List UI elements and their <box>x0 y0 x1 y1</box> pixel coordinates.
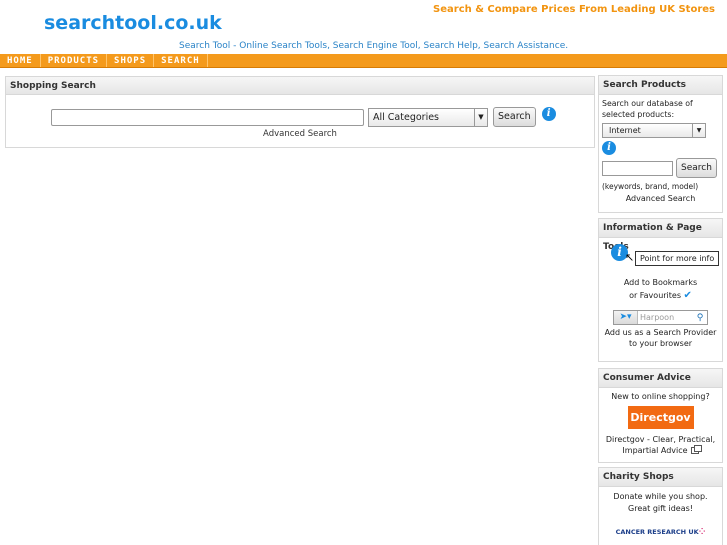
nav-shops[interactable]: SHOPS <box>107 54 155 67</box>
search-hint: (keywords, brand, model) <box>602 182 699 191</box>
directgov-line2: Impartial Advice <box>622 446 688 455</box>
advanced-search-link[interactable]: Advanced Search <box>6 129 594 139</box>
consumer-advice-title: Consumer Advice <box>599 369 722 388</box>
bookmark-line1: Add to Bookmarks <box>623 278 698 287</box>
product-search-button[interactable]: Search <box>676 158 717 178</box>
shopping-search-button[interactable]: Search <box>493 107 536 127</box>
charity-line2: Great gift ideas! <box>628 504 693 513</box>
mouse-cursor-icon: ↖ <box>625 251 635 264</box>
nav-home[interactable]: HOME <box>0 54 41 67</box>
consumer-advice-panel: Consumer Advice New to online shopping? … <box>598 368 723 463</box>
product-category-select[interactable]: Internet ▼ <box>602 123 706 138</box>
logo-dots-icon: ⁘ <box>698 527 706 536</box>
cancer-research-logo[interactable]: CANCER RESEARCH UK⁘ <box>599 527 722 536</box>
directgov-logo[interactable]: Directgov <box>627 406 694 429</box>
site-logo[interactable]: searchtool.co.uk <box>44 12 222 34</box>
directgov-link[interactable]: Directgov - Clear, Practical, Impartial … <box>599 434 722 456</box>
product-search-input[interactable] <box>602 160 673 176</box>
charity-shops-title: Charity Shops <box>599 468 722 487</box>
provider-line1: Add us as a Search Provider <box>604 328 717 337</box>
main-navbar: HOME PRODUCTS SHOPS SEARCH <box>0 54 727 68</box>
dropdown-arrow-icon: ▼ <box>692 124 705 137</box>
info-icon[interactable]: i <box>541 107 556 121</box>
charity-shops-panel: Charity Shops Donate while you shop. Gre… <box>598 467 723 545</box>
bookmark-line2: or Favourites <box>629 291 681 300</box>
provider-line2: to your browser <box>628 339 693 348</box>
nav-search[interactable]: SEARCH <box>154 54 208 67</box>
harpoon-search-box[interactable]: ➤▾ Harpoon ⚲ <box>613 310 708 325</box>
harpoon-placeholder: Harpoon <box>640 313 675 322</box>
shopping-search-panel: Shopping Search All Categories ▼ Search … <box>5 76 595 148</box>
bookmark-link[interactable]: Add to Bookmarks or Favourites ✔ <box>599 276 722 302</box>
product-category-value: Internet <box>609 126 641 135</box>
nav-products[interactable]: PRODUCTS <box>41 54 108 67</box>
category-select[interactable]: All Categories ▼ <box>368 107 488 127</box>
magnifier-icon[interactable]: ⚲ <box>693 313 707 323</box>
search-products-title: Search Products <box>599 76 722 95</box>
add-search-provider-link[interactable]: Add us as a Search Provider to your brow… <box>599 327 722 349</box>
info-tooltip: Point for more info <box>635 251 720 266</box>
directgov-line1: Directgov - Clear, Practical, <box>605 435 716 444</box>
cancer-research-logo-text: CANCER RESEARCH UK <box>615 528 699 536</box>
shopping-search-input[interactable] <box>51 108 364 126</box>
shopping-search-row: All Categories ▼ Search i <box>51 107 556 127</box>
info-tools-panel: Information & Page Tools i ↖ Point for m… <box>598 218 723 362</box>
info-icon[interactable]: i <box>602 141 616 155</box>
category-select-value: All Categories <box>373 111 440 123</box>
sidebar-advanced-search-link[interactable]: Advanced Search <box>599 191 722 203</box>
checkmark-icon: ✔ <box>683 290 692 301</box>
header-tagline: Search & Compare Prices From Leading UK … <box>433 4 715 15</box>
dropdown-arrow-icon: ▼ <box>474 108 487 126</box>
shopping-search-title: Shopping Search <box>6 77 594 95</box>
external-window-icon <box>690 445 702 454</box>
info-tools-title: Information & Page Tools <box>599 219 722 252</box>
search-provider-icon[interactable]: ➤▾ <box>614 311 638 324</box>
search-products-description: Search our database of selected products… <box>602 99 693 119</box>
header-subtitle: Search Tool - Online Search Tools, Searc… <box>179 41 569 51</box>
charity-line1: Donate while you shop. <box>613 492 708 501</box>
consumer-advice-question: New to online shopping? <box>611 392 710 401</box>
search-products-panel: Search Products Search our database of s… <box>598 75 723 213</box>
